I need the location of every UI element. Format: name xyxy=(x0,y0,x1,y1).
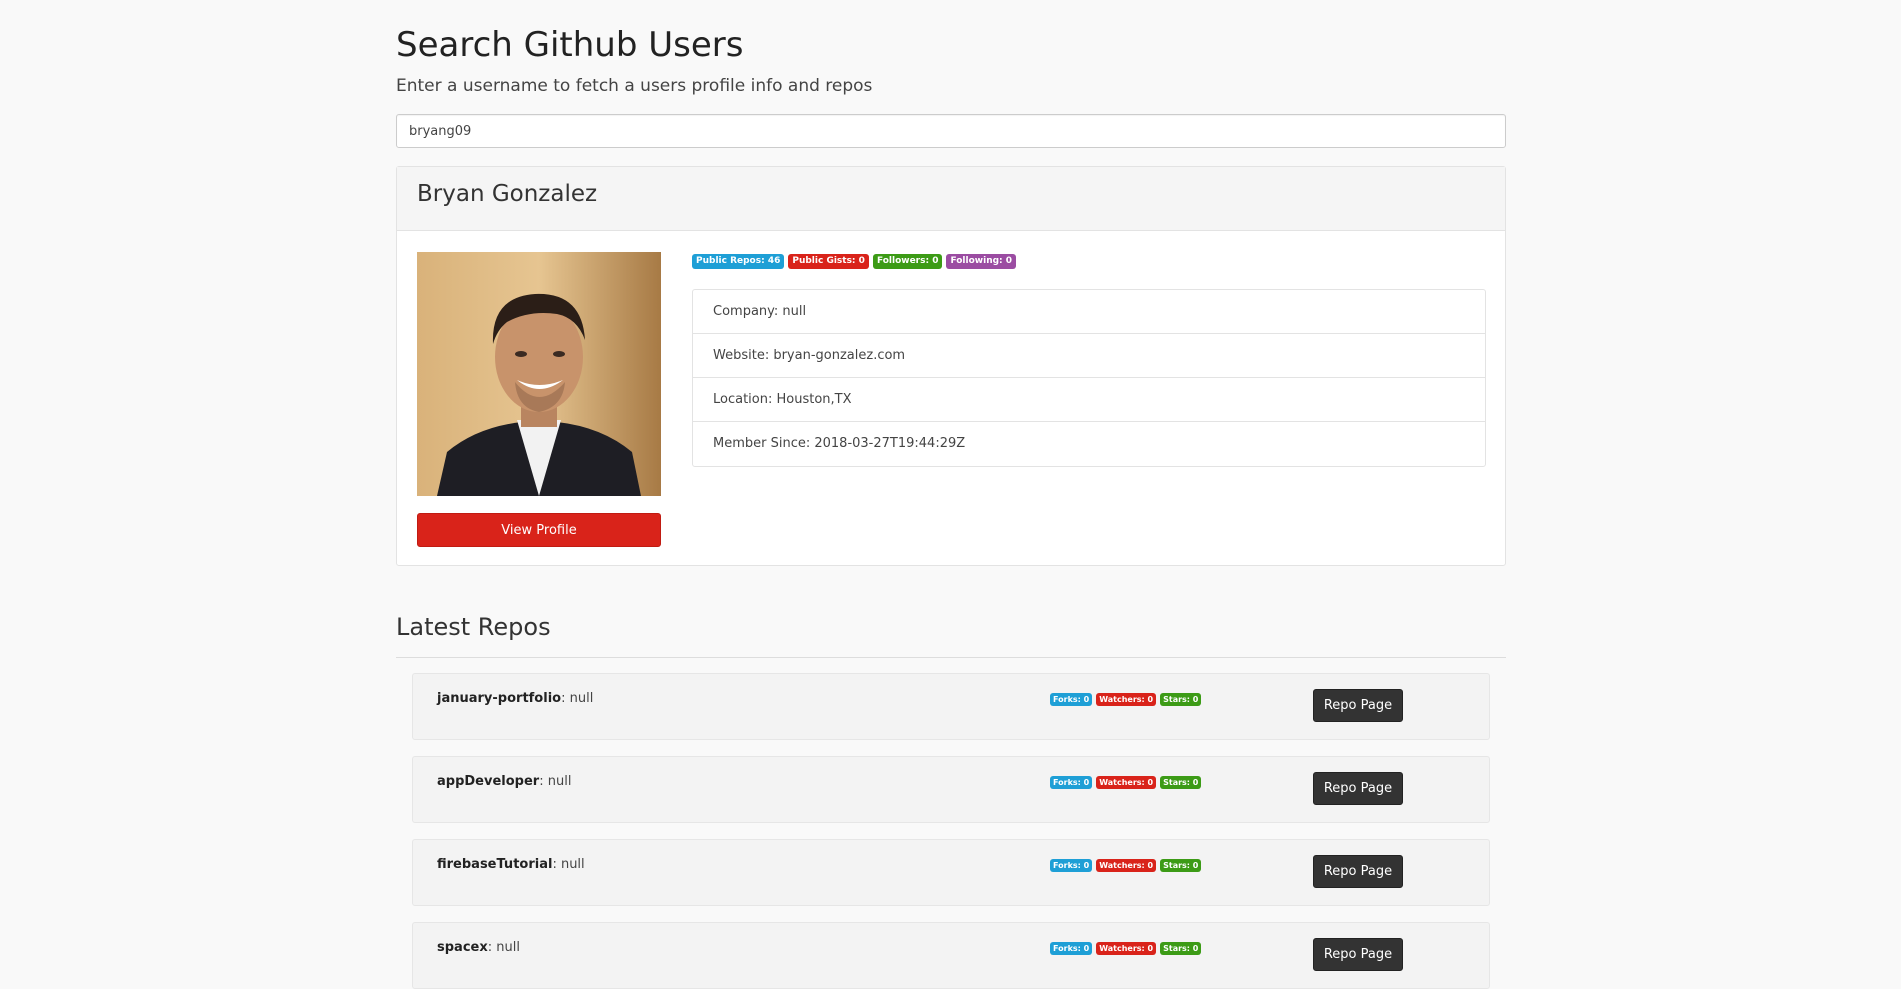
view-profile-button[interactable]: View Profile xyxy=(417,513,661,547)
repo-name: january-portfolio xyxy=(437,691,562,706)
watchers-badge: Watchers: 0 xyxy=(1096,942,1157,955)
public-gists-badge: Public Gists: 0 xyxy=(788,254,869,269)
stars-badge: Stars: 0 xyxy=(1160,859,1202,872)
forks-badge: Forks: 0 xyxy=(1050,776,1093,789)
repo-stats-badges: Forks: 0 Watchers: 0 Stars: 0 xyxy=(1050,859,1202,872)
repo-description: : null xyxy=(539,774,572,789)
location-info: Location: Houston,TX xyxy=(693,378,1485,422)
website-info: Website: bryan-gonzalez.com xyxy=(693,334,1485,378)
avatar xyxy=(417,252,661,496)
repo-stats-badges: Forks: 0 Watchers: 0 Stars: 0 xyxy=(1050,942,1202,955)
repos-divider xyxy=(396,657,1506,658)
repo-description: : null xyxy=(487,940,520,955)
watchers-badge: Watchers: 0 xyxy=(1096,693,1157,706)
forks-badge: Forks: 0 xyxy=(1050,859,1093,872)
repo-title: firebaseTutorial: null xyxy=(437,857,585,872)
watchers-badge: Watchers: 0 xyxy=(1096,859,1157,872)
forks-badge: Forks: 0 xyxy=(1050,693,1093,706)
repo-page-button[interactable]: Repo Page xyxy=(1313,938,1403,971)
company-info: Company: null xyxy=(693,290,1485,334)
repo-page-button[interactable]: Repo Page xyxy=(1313,772,1403,805)
repo-title: appDeveloper: null xyxy=(437,774,571,789)
public-repos-badge: Public Repos: 46 xyxy=(692,254,785,269)
stars-badge: Stars: 0 xyxy=(1160,942,1202,955)
repo-stats-badges: Forks: 0 Watchers: 0 Stars: 0 xyxy=(1050,693,1202,706)
repo-card: january-portfolio: null Forks: 0 Watcher… xyxy=(412,673,1490,740)
repo-card: appDeveloper: null Forks: 0 Watchers: 0 … xyxy=(412,756,1490,823)
page-title: Search Github Users xyxy=(396,25,744,65)
stars-badge: Stars: 0 xyxy=(1160,693,1202,706)
profile-info-list: Company: null Website: bryan-gonzalez.co… xyxy=(692,289,1486,467)
stars-badge: Stars: 0 xyxy=(1160,776,1202,789)
repo-title: january-portfolio: null xyxy=(437,691,593,706)
latest-repos-heading: Latest Repos xyxy=(396,613,551,641)
username-search-input[interactable] xyxy=(396,114,1506,148)
following-badge: Following: 0 xyxy=(946,254,1017,269)
avatar-image xyxy=(417,252,661,496)
followers-badge: Followers: 0 xyxy=(872,254,943,269)
repo-card: spacex: null Forks: 0 Watchers: 0 Stars:… xyxy=(412,922,1490,989)
repo-description: : null xyxy=(552,857,585,872)
repo-name: spacex xyxy=(437,940,488,955)
repo-card: firebaseTutorial: null Forks: 0 Watchers… xyxy=(412,839,1490,906)
page-subtitle: Enter a username to fetch a users profil… xyxy=(396,76,873,96)
forks-badge: Forks: 0 xyxy=(1050,942,1093,955)
member-since-info: Member Since: 2018-03-27T19:44:29Z xyxy=(713,436,966,451)
watchers-badge: Watchers: 0 xyxy=(1096,776,1157,789)
repo-name: firebaseTutorial xyxy=(437,857,553,872)
repo-description: : null xyxy=(561,691,594,706)
profile-stats-badges: Public Repos: 46 Public Gists: 0 Followe… xyxy=(692,254,1017,269)
repo-title: spacex: null xyxy=(437,940,520,955)
profile-name: Bryan Gonzalez xyxy=(417,181,598,207)
repo-page-button[interactable]: Repo Page xyxy=(1313,855,1403,888)
repo-stats-badges: Forks: 0 Watchers: 0 Stars: 0 xyxy=(1050,776,1202,789)
repo-page-button[interactable]: Repo Page xyxy=(1313,689,1403,722)
profile-panel-heading: Bryan Gonzalez xyxy=(397,167,1505,231)
repo-name: appDeveloper xyxy=(437,774,540,789)
profile-panel: Bryan Gonzalez View Profile Public Repos… xyxy=(396,166,1506,566)
